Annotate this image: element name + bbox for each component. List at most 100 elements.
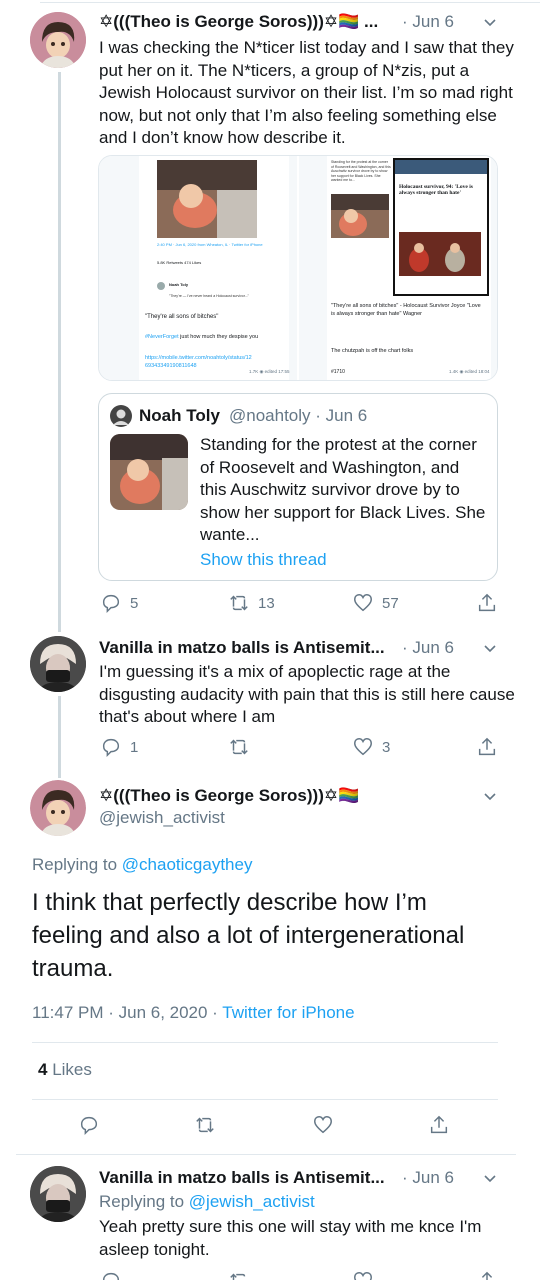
reply-button[interactable]: 1 <box>100 736 138 758</box>
photo-thumbnail <box>157 160 257 238</box>
share-button[interactable] <box>476 592 498 614</box>
quoted-image[interactable] <box>110 434 188 510</box>
chevron-down-icon[interactable] <box>483 16 497 30</box>
inner-name: Noah Toly <box>169 282 189 287</box>
chevron-down-icon[interactable] <box>483 1172 497 1186</box>
retweet-count: 13 <box>258 594 275 612</box>
display-name[interactable]: Vanilla in matzo balls is Antisemit... <box>99 638 385 658</box>
heart-icon <box>314 1116 332 1134</box>
like-count: 57 <box>382 594 399 612</box>
reply-button[interactable]: 5 <box>100 592 138 614</box>
retweet-icon <box>230 595 248 611</box>
share-icon <box>478 737 496 756</box>
avatar-vanilla[interactable] <box>30 1166 86 1222</box>
thread-connector <box>58 72 61 632</box>
retweet-button[interactable]: 13 <box>228 592 275 614</box>
display-name[interactable]: ✡(((Theo is George Soros)))✡🏳️‍🌈 <box>99 786 359 806</box>
like-count: 3 <box>382 738 391 756</box>
divider <box>32 1042 498 1043</box>
display-name[interactable]: Vanilla in matzo balls is Antisemit... <box>99 1168 385 1188</box>
divider <box>16 1154 516 1155</box>
like-button[interactable] <box>312 1114 334 1136</box>
avatar-theo[interactable] <box>30 12 86 68</box>
retweet-button[interactable] <box>228 736 258 758</box>
share-button[interactable] <box>476 736 498 758</box>
media-footer-right: 1.4K ◉ edited 18:04 <box>449 369 490 374</box>
likes-label: Likes <box>52 1060 92 1079</box>
media-image-right[interactable]: Standing for the protest at the corner o… <box>299 156 497 380</box>
like-button[interactable] <box>352 1270 374 1280</box>
like-button[interactable]: 3 <box>352 736 390 758</box>
quoted-handle[interactable]: @noahtoly · Jun 6 <box>229 406 367 426</box>
reply-icon <box>80 1116 98 1136</box>
likes-count: 4 <box>38 1060 48 1079</box>
display-name[interactable]: ✡(((Theo is George Soros)))✡🏳️‍🌈 ... <box>99 12 378 32</box>
media-grid[interactable]: 2:40 PM · Jun 6, 2020 from Wheaton, IL ·… <box>98 155 498 381</box>
tweet-time[interactable]: · Jun 6 <box>402 638 454 658</box>
heart-icon <box>354 594 372 612</box>
quoted-text: Standing for the protest at the corner o… <box>200 435 486 544</box>
inner-meta: 2:40 PM · Jun 6, 2020 from Wheaton, IL ·… <box>157 242 263 247</box>
share-icon <box>430 1115 448 1134</box>
reply-button[interactable] <box>78 1114 100 1136</box>
share-icon <box>478 593 496 612</box>
timestamp[interactable]: 11:47 PM · Jun 6, 2020 · <box>32 1003 218 1022</box>
reply-count: 5 <box>130 594 139 612</box>
chevron-down-icon[interactable] <box>483 790 497 804</box>
user-handle[interactable]: @jewish_activist <box>99 808 225 828</box>
retweet-icon <box>230 739 248 755</box>
quoted-name[interactable]: Noah Toly <box>139 406 220 426</box>
reply-count: 1 <box>130 738 139 756</box>
media-url: https://mobile.twitter.com/noahtoly/stat… <box>145 355 252 369</box>
avatar-theo[interactable] <box>30 780 86 836</box>
tweet-text: I was checking the N*ticer list today an… <box>99 38 514 147</box>
media-image-left[interactable]: 2:40 PM · Jun 6, 2020 from Wheaton, IL ·… <box>99 156 297 380</box>
quoted-tweet[interactable]: Noah Toly @noahtoly · Jun 6 Standing for… <box>98 393 498 581</box>
replying-to: Replying to @chaoticgaythey <box>32 855 253 874</box>
media-footer: 1.7K ◉ edited 17:55 <box>249 369 290 374</box>
reply-icon <box>102 738 120 758</box>
top-divider <box>40 2 540 3</box>
show-thread-link[interactable]: Show this thread <box>200 550 327 570</box>
tweet-text: I'm guessing it's a mix of apoplectic ra… <box>99 662 515 726</box>
media-tag: #1710 <box>331 369 345 375</box>
article-headline: Holocaust survivor, 94: 'Love is always … <box>399 184 473 196</box>
media-caption: "They're all sons of bitches" <box>145 314 219 320</box>
replying-to-link[interactable]: @jewish_activist <box>189 1192 315 1211</box>
retweet-button[interactable] <box>228 1270 250 1280</box>
thread-connector <box>58 696 61 778</box>
like-button[interactable]: 57 <box>352 592 399 614</box>
retweet-button[interactable] <box>194 1114 216 1136</box>
share-button[interactable] <box>476 1270 498 1280</box>
media-caption-2: #NeverForget just how much they despise … <box>145 334 259 340</box>
tweet-time[interactable]: · Jun 6 <box>402 1168 454 1188</box>
inner-reply: "They're — I've never heard a Holocaust … <box>169 294 249 298</box>
reply-button[interactable] <box>100 1270 122 1280</box>
avatar-vanilla[interactable] <box>30 636 86 692</box>
replying-to-link[interactable]: @chaoticgaythey <box>122 855 253 874</box>
timestamp-row: 11:47 PM · Jun 6, 2020 · Twitter for iPh… <box>32 1003 355 1023</box>
quoted-avatar[interactable] <box>110 405 132 427</box>
likes-stat[interactable]: 4 Likes <box>38 1060 92 1080</box>
source-link[interactable]: Twitter for iPhone <box>222 1003 354 1022</box>
reply-icon <box>102 1272 120 1280</box>
photo-thumbnail-2 <box>331 194 389 238</box>
tweet-text: Yeah pretty sure this one will stay with… <box>99 1217 482 1259</box>
tweet-time[interactable]: · Jun 6 <box>402 12 454 32</box>
share-icon <box>481 1271 493 1280</box>
share-button[interactable] <box>428 1114 450 1136</box>
inner-stats: 5.8K Retweets 474 Likes <box>157 260 202 265</box>
main-tweet-text: I think that perfectly describe how I’m … <box>32 889 465 982</box>
article-screenshot: Holocaust survivor, 94: 'Love is always … <box>393 158 489 296</box>
replying-to: Replying to @jewish_activist <box>99 1192 315 1211</box>
retweet-icon <box>196 1117 214 1133</box>
heart-icon <box>354 1272 372 1280</box>
reply-icon <box>102 594 120 614</box>
heart-icon <box>354 738 372 756</box>
media-caption-right: "They're all sons of bitches" - Holocaus… <box>331 303 481 317</box>
divider <box>32 1099 498 1100</box>
media-caption-right-2: The chutzpah is off the chart folks <box>331 348 414 354</box>
inner-small-text: Standing for the protest at the corner o… <box>331 160 391 182</box>
chevron-down-icon[interactable] <box>483 642 497 656</box>
retweet-icon <box>230 1273 246 1280</box>
